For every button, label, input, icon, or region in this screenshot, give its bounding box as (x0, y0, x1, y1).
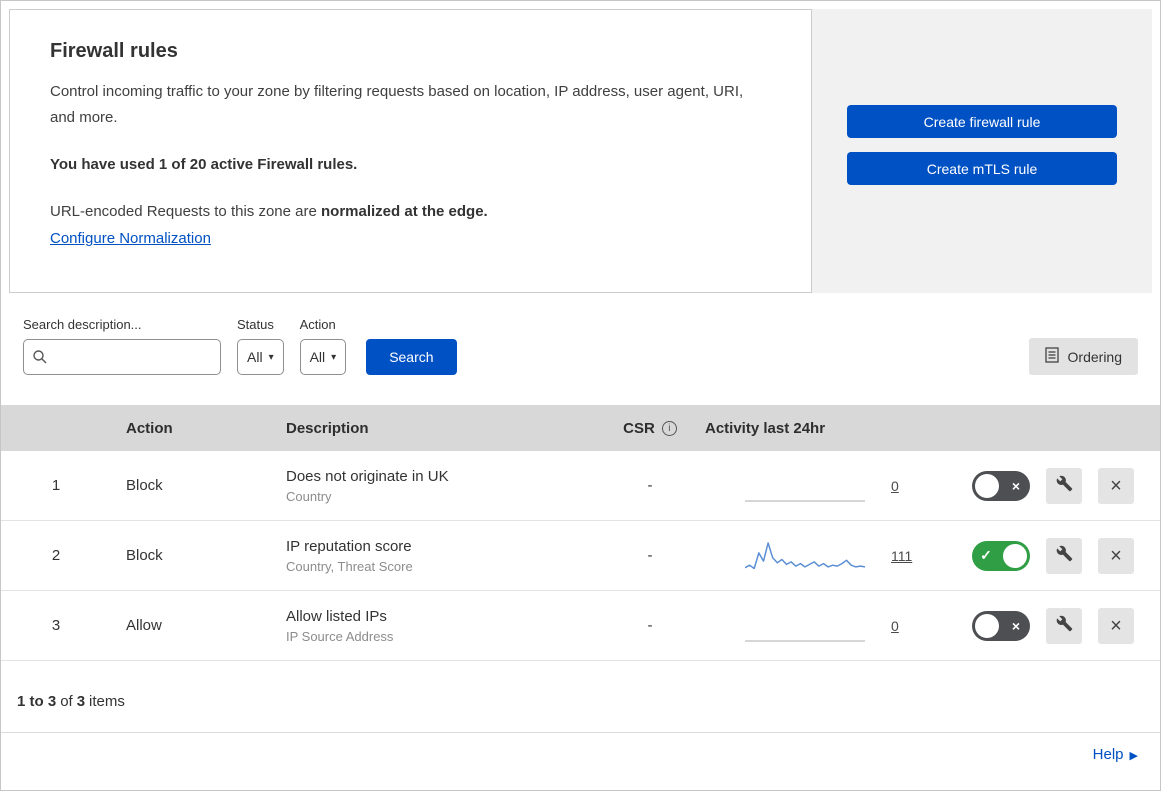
rule-enabled-toggle[interactable]: × (972, 610, 1030, 641)
rule-activity-cell: 0 (705, 468, 970, 504)
edit-rule-button[interactable] (1046, 467, 1082, 504)
table-row: 1 Block Does not originate in UK Country… (1, 451, 1160, 521)
top-section: Firewall rules Control incoming traffic … (9, 9, 1152, 293)
rule-action: Allow (126, 617, 162, 634)
rule-fields: IP Source Address (286, 628, 394, 644)
activity-count-link[interactable]: 0 (891, 618, 899, 634)
rule-action: Block (126, 547, 163, 564)
chevron-down-icon: ▾ (331, 351, 337, 363)
toggle-knob (975, 473, 999, 498)
activity-sparkline (744, 538, 866, 574)
firewall-info-card: Firewall rules Control incoming traffic … (9, 9, 812, 293)
page-title: Firewall rules (50, 40, 178, 62)
wrench-icon (1056, 615, 1073, 636)
rule-controls: ✓ × (970, 537, 1160, 574)
edit-rule-button[interactable] (1046, 607, 1082, 644)
rule-description: Allow listed IPs (286, 607, 387, 625)
rule-enabled-toggle[interactable]: × (972, 470, 1030, 501)
normalization-notice: URL-encoded Requests to this zone are no… (50, 202, 488, 220)
rules-table: Action Description CSR i Activity last 2… (1, 405, 1160, 661)
rule-activity-cell: 111 (705, 538, 970, 574)
header-action: Action (126, 419, 173, 437)
search-label: Search description... (23, 317, 142, 332)
action-dropdown[interactable]: All ▾ (299, 339, 347, 375)
configure-normalization-link[interactable]: Configure Normalization (50, 230, 211, 247)
rule-description-cell: Does not originate in UK Country (286, 468, 595, 504)
usage-notice: You have used 1 of 20 active Firewall ru… (50, 155, 358, 173)
delete-rule-button[interactable]: × (1098, 537, 1134, 574)
header-csr: CSR i (623, 420, 677, 437)
rule-csr: - (647, 617, 653, 634)
rule-controls: × × (970, 467, 1160, 504)
search-group: Search description... (23, 317, 221, 375)
close-icon: × (1110, 474, 1122, 497)
edit-rule-button[interactable] (1046, 537, 1082, 574)
page-description: Control incoming traffic to your zone by… (50, 83, 744, 127)
ordering-icon (1044, 347, 1059, 366)
header-activity: Activity last 24hr (705, 419, 826, 437)
close-icon: × (1110, 544, 1122, 567)
rule-controls: × × (970, 607, 1160, 644)
rule-description: IP reputation score (286, 537, 412, 555)
table-header-row: Action Description CSR i Activity last 2… (1, 405, 1160, 451)
action-filter-group: Action All ▾ (299, 317, 347, 375)
firewall-rules-page: Firewall rules Control incoming traffic … (0, 0, 1161, 791)
rule-description: Does not originate in UK (286, 467, 449, 485)
toggle-knob (1003, 543, 1027, 568)
rule-description-cell: Allow listed IPs IP Source Address (286, 608, 595, 644)
rule-priority: 2 (51, 547, 61, 564)
activity-sparkline (745, 608, 865, 644)
rule-priority: 1 (51, 477, 61, 494)
status-filter-group: Status All ▾ (237, 317, 284, 375)
rule-priority: 3 (51, 617, 61, 634)
table-row: 2 Block IP reputation score Country, Thr… (1, 521, 1160, 591)
status-label: Status (237, 317, 274, 332)
help-bar: Help ▶ (1, 733, 1160, 777)
rule-csr: - (647, 547, 653, 564)
rule-fields: Country (286, 488, 332, 504)
status-dropdown[interactable]: All ▾ (237, 339, 284, 375)
info-icon[interactable]: i (661, 420, 677, 436)
delete-rule-button[interactable]: × (1098, 607, 1134, 644)
x-icon: × (1011, 477, 1021, 494)
check-icon: ✓ (980, 547, 992, 563)
rule-fields: Country, Threat Score (286, 558, 413, 574)
help-link[interactable]: Help ▶ (1093, 746, 1138, 763)
items-count: 1 to 3 of 3 items (1, 661, 1160, 733)
create-mtls-rule-button[interactable]: Create mTLS rule (847, 152, 1117, 185)
rule-enabled-toggle[interactable]: ✓ (972, 540, 1030, 571)
search-input[interactable] (23, 339, 221, 375)
search-button[interactable]: Search (366, 339, 457, 375)
rule-action: Block (126, 477, 163, 494)
wrench-icon (1056, 475, 1073, 496)
create-firewall-rule-button[interactable]: Create firewall rule (847, 105, 1117, 138)
close-icon: × (1110, 614, 1122, 637)
rule-csr: - (647, 477, 653, 494)
search-icon (32, 349, 48, 370)
activity-count-link[interactable]: 111 (891, 548, 912, 564)
header-description: Description (286, 419, 369, 437)
wrench-icon (1056, 545, 1073, 566)
delete-rule-button[interactable]: × (1098, 467, 1134, 504)
chevron-down-icon: ▾ (268, 351, 274, 363)
action-label: Action (299, 317, 336, 332)
create-rule-panel: Create firewall rule Create mTLS rule (812, 9, 1152, 293)
filter-bar: Search description... Status All ▾ Actio… (1, 293, 1160, 405)
rule-activity-cell: 0 (705, 608, 970, 644)
rule-description-cell: IP reputation score Country, Threat Scor… (286, 538, 595, 574)
toggle-knob (975, 613, 999, 638)
search-box (23, 339, 221, 375)
activity-count-link[interactable]: 0 (891, 478, 899, 494)
activity-sparkline (745, 468, 865, 504)
x-icon: × (1011, 617, 1021, 634)
ordering-button[interactable]: Ordering (1028, 338, 1138, 375)
arrow-right-icon: ▶ (1129, 750, 1138, 762)
table-row: 3 Allow Allow listed IPs IP Source Addre… (1, 591, 1160, 661)
